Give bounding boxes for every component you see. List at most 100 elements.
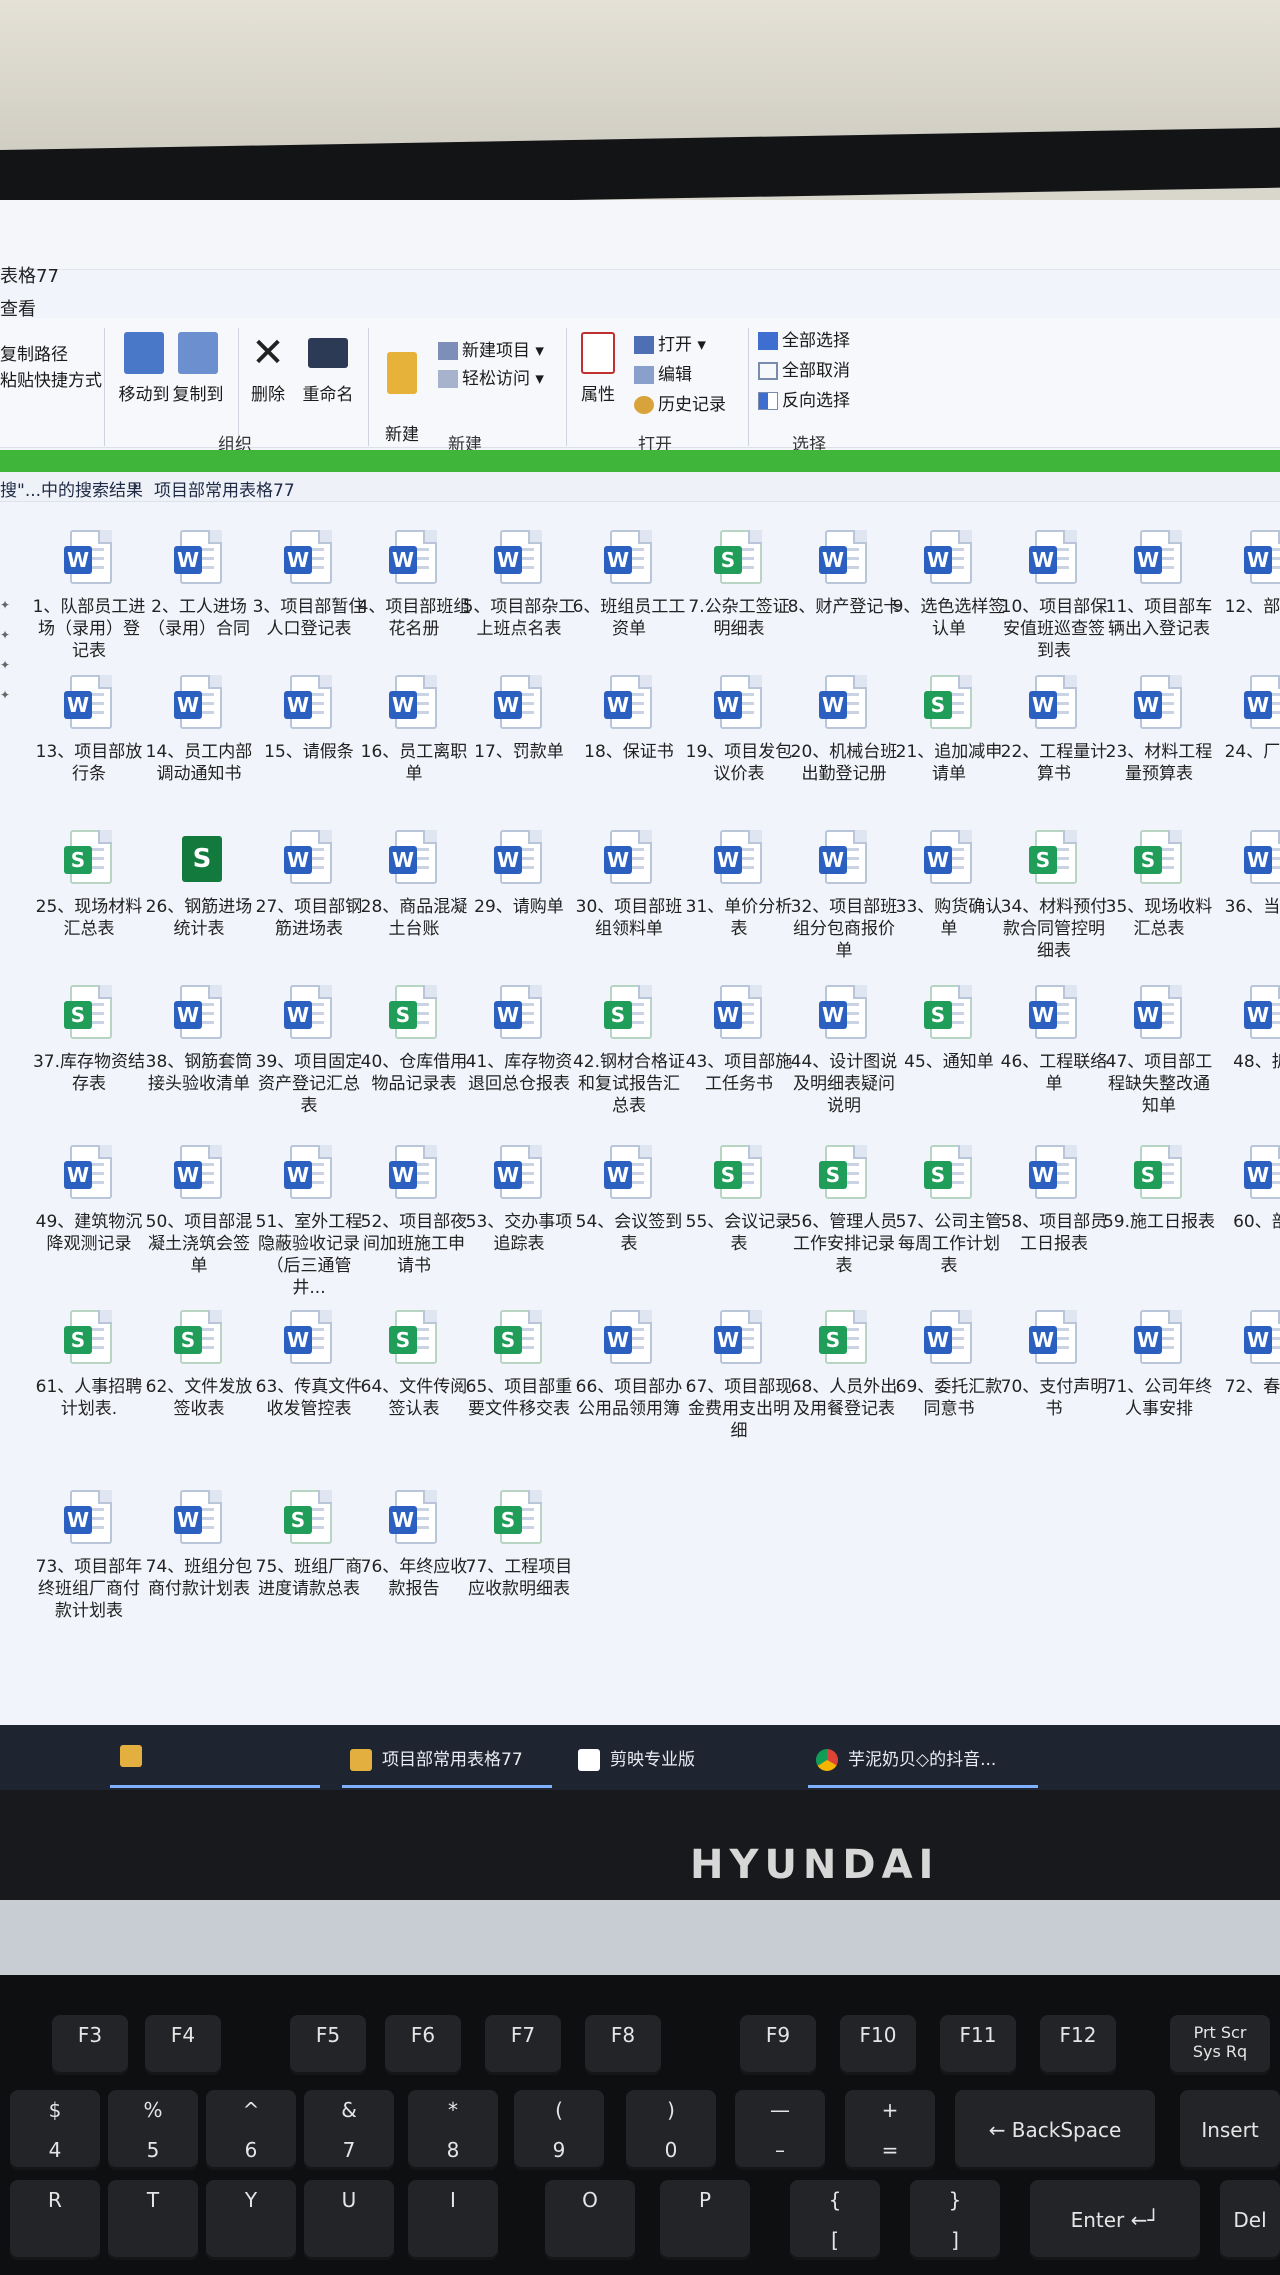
file-item[interactable]: W 73、项目部年终班组厂商付款计划表 — [30, 1490, 148, 1622]
file-item[interactable]: W 60、部... — [1210, 1145, 1280, 1233]
easy-access-button[interactable]: 轻松访问 ▾ — [438, 364, 544, 389]
pin-icon[interactable]: ✦ — [0, 598, 10, 612]
file-item[interactable]: W 8、财产登记卡 — [785, 530, 903, 618]
edit-button[interactable]: 编辑 — [634, 360, 692, 385]
file-item[interactable]: W 49、建筑物沉降观测记录 — [30, 1145, 148, 1255]
key-t[interactable]: T — [108, 2180, 198, 2260]
file-item[interactable]: W 4、项目部班组花名册 — [355, 530, 473, 640]
file-item[interactable]: S 61、人事招聘计划表. — [30, 1310, 148, 1420]
file-item[interactable]: W 36、当日... — [1210, 830, 1280, 918]
file-item[interactable]: S 56、管理人员工作安排记录表 — [785, 1145, 903, 1277]
file-item[interactable]: W 20、机械台班出勤登记册 — [785, 675, 903, 785]
file-item[interactable]: S 25、现场材料汇总表 — [30, 830, 148, 940]
file-item[interactable]: S 34、材料预付款合同管控明细表 — [995, 830, 1113, 962]
file-item[interactable]: W 9、选色选样签认单 — [890, 530, 1008, 640]
key-f6[interactable]: F6 — [385, 2015, 461, 2075]
file-item[interactable]: W 66、项目部办公用品领用簿 — [570, 1310, 688, 1420]
key-y[interactable]: Y — [206, 2180, 296, 2260]
breadcrumb-current-folder[interactable]: 项目部常用表格77 — [154, 476, 295, 501]
key-f9[interactable]: F9 — [740, 2015, 816, 2075]
select-none-button[interactable]: 全部取消 — [758, 356, 850, 381]
file-item[interactable]: S 35、现场收料汇总表 — [1100, 830, 1218, 940]
file-item[interactable]: W 19、项目发包议价表 — [680, 675, 798, 785]
file-item[interactable]: S 45、通知单 — [890, 985, 1008, 1073]
pin-icon[interactable]: ✦ — [0, 628, 10, 642]
key-equals[interactable]: + = — [845, 2090, 935, 2170]
pin-icon[interactable]: ✦ — [0, 658, 10, 672]
file-item[interactable]: W 58、项目部员工日报表 — [995, 1145, 1113, 1255]
file-item[interactable]: W 23、材料工程量预算表 — [1100, 675, 1218, 785]
file-item[interactable]: W 15、请假条 — [250, 675, 368, 763]
key-u[interactable]: U — [304, 2180, 394, 2260]
rename-button[interactable]: 重命名 — [298, 332, 358, 405]
select-all-button[interactable]: 全部选择 — [758, 326, 850, 351]
file-item[interactable]: W 24、厂商... — [1210, 675, 1280, 763]
file-item[interactable]: W 3、项目部暂住人口登记表 — [250, 530, 368, 640]
key-f10[interactable]: F10 — [840, 2015, 916, 2075]
file-item[interactable]: W 17、罚款单 — [460, 675, 578, 763]
file-item[interactable]: W 47、项目部工程缺失整改通知单 — [1100, 985, 1218, 1117]
file-item[interactable]: W 14、员工内部调动通知书 — [140, 675, 258, 785]
file-item[interactable]: W 43、项目部施工任务书 — [680, 985, 798, 1095]
file-item[interactable]: W 13、项目部放行条 — [30, 675, 148, 785]
file-item[interactable]: W 39、项目固定资产登记汇总表 — [250, 985, 368, 1117]
key-7[interactable]: & 7 — [304, 2090, 394, 2170]
taskbar-explorer-folder[interactable]: 项目部常用表格77 — [350, 1745, 523, 1771]
file-item[interactable]: W 1、队部员工进场（录用）登记表 — [30, 530, 148, 662]
file-item[interactable]: W 27、项目部钢筋进场表 — [250, 830, 368, 940]
file-item[interactable]: W 11、项目部车辆出入登记表 — [1100, 530, 1218, 640]
file-item[interactable]: S 64、文件传阅签认表 — [355, 1310, 473, 1420]
key-0[interactable]: ) 0 — [626, 2090, 716, 2170]
copy-to-button[interactable]: 复制到 — [168, 332, 228, 405]
file-item[interactable]: W 41、库存物资退回总仓报表 — [460, 985, 578, 1095]
file-item[interactable]: W 31、单价分析表 — [680, 830, 798, 940]
file-item[interactable]: W 6、班组员工工资单 — [570, 530, 688, 640]
file-item[interactable]: W 29、请购单 — [460, 830, 578, 918]
file-item[interactable]: W 71、公司年终人事安排 — [1100, 1310, 1218, 1420]
key-8[interactable]: * 8 — [408, 2090, 498, 2170]
key-f5[interactable]: F5 — [290, 2015, 366, 2075]
key-f11[interactable]: F11 — [940, 2015, 1016, 2075]
key-i[interactable]: I — [408, 2180, 498, 2260]
file-item[interactable]: W 22、工程量计算书 — [995, 675, 1113, 785]
key-delete[interactable]: Del — [1220, 2180, 1280, 2260]
file-item[interactable]: W 70、支付声明书 — [995, 1310, 1113, 1420]
invert-selection-button[interactable]: 反向选择 — [758, 386, 850, 411]
file-item[interactable]: W 67、项目部现金费用支出明细 — [680, 1310, 798, 1442]
pin-icon[interactable]: ✦ — [0, 688, 10, 702]
file-item[interactable]: S 62、文件发放签收表 — [140, 1310, 258, 1420]
new-item-button[interactable]: 新建项目 ▾ — [438, 336, 544, 361]
breadcrumb-search-results[interactable]: 搜"...中的搜索结果 — [0, 476, 143, 501]
key-f7[interactable]: F7 — [485, 2015, 561, 2075]
properties-button[interactable]: 属性 — [568, 332, 628, 405]
file-item[interactable]: W 28、商品混凝土台账 — [355, 830, 473, 940]
key-9[interactable]: (9 — [514, 2090, 604, 2170]
file-item[interactable]: W 38、钢筋套筒接头验收清单 — [140, 985, 258, 1095]
delete-button[interactable]: ✕ 删除 — [238, 332, 298, 405]
file-item[interactable]: S 42.钢材合格证和复试报告汇总表 — [570, 985, 688, 1117]
file-item[interactable]: W 69、委托汇款同意书 — [890, 1310, 1008, 1420]
breadcrumb[interactable]: 搜"...中的搜索结果 › 项目部常用表格77 — [0, 472, 1280, 502]
key-4[interactable]: $4 — [10, 2090, 100, 2170]
key-left-bracket[interactable]: {[ — [790, 2180, 880, 2260]
key-o[interactable]: O — [545, 2180, 635, 2260]
file-item[interactable]: S 55、会议记录表 — [680, 1145, 798, 1255]
key-6[interactable]: ^ 6 — [206, 2090, 296, 2170]
file-item[interactable]: W 72、春司... — [1210, 1310, 1280, 1398]
file-item[interactable]: W 76、年终应收款报告 — [355, 1490, 473, 1600]
file-item[interactable]: W 54、会议签到表 — [570, 1145, 688, 1255]
file-item[interactable]: S 21、追加减申请单 — [890, 675, 1008, 785]
file-item[interactable]: S 77、工程项目应收款明细表 — [460, 1490, 578, 1600]
file-item[interactable]: W 32、项目部班组分包商报价单 — [785, 830, 903, 962]
file-item[interactable]: W 12、部未... — [1210, 530, 1280, 618]
file-item[interactable]: S 75、班组厂商进度请款总表 — [250, 1490, 368, 1600]
file-item[interactable]: W 2、工人进场（录用）合同 — [140, 530, 258, 640]
file-item[interactable]: W 51、室外工程隐蔽验收记录（后三通管井... — [250, 1145, 368, 1299]
file-item[interactable]: S 65、项目部重要文件移交表 — [460, 1310, 578, 1420]
file-item[interactable]: W 18、保证书 — [570, 675, 688, 763]
file-item[interactable]: S 57、公司主管每周工作计划表 — [890, 1145, 1008, 1277]
file-item[interactable]: W 46、工程联络单 — [995, 985, 1113, 1095]
file-item[interactable]: S 26、钢筋进场统计表 — [140, 830, 258, 940]
key-5[interactable]: % 5 — [108, 2090, 198, 2170]
key-backspace[interactable]: ← BackSpace — [955, 2090, 1155, 2170]
